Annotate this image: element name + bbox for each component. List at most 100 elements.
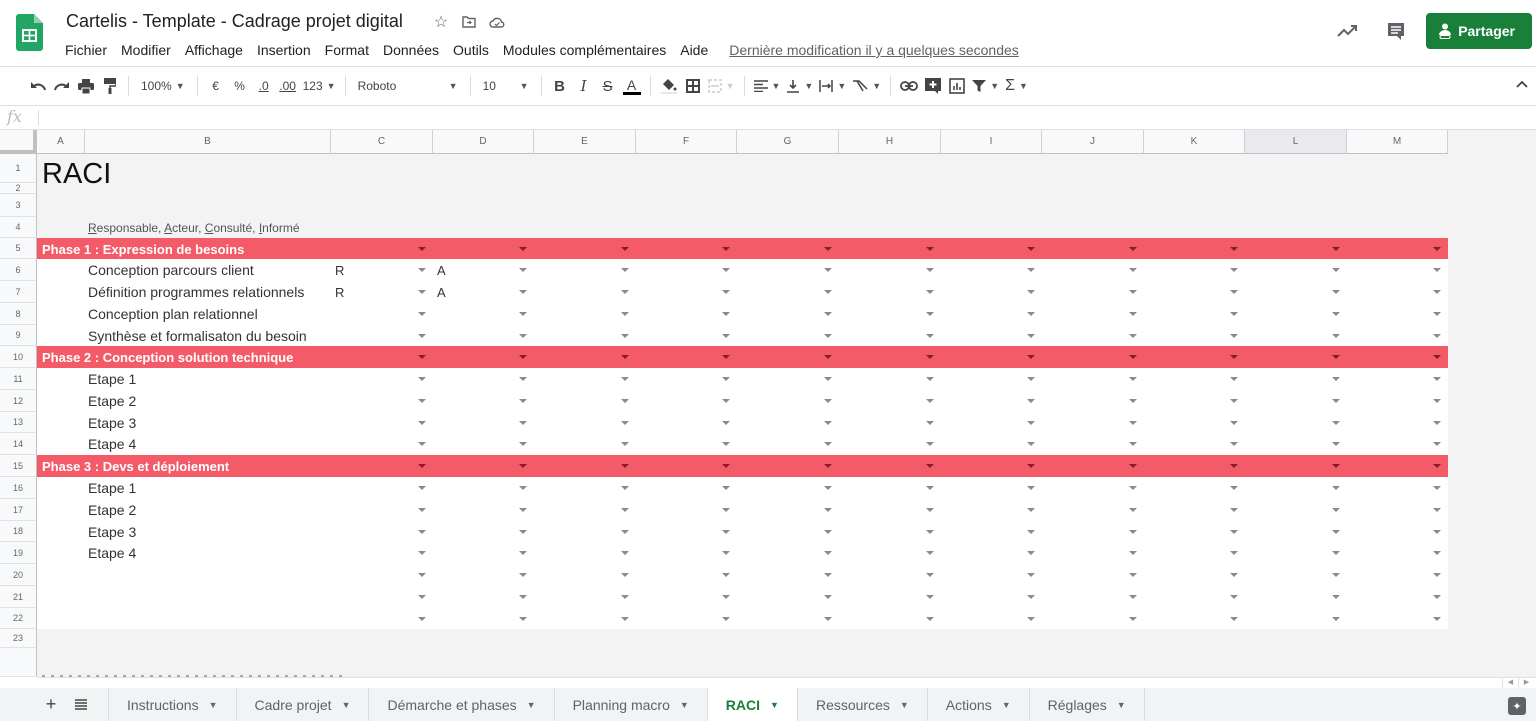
borders-icon[interactable]: [681, 72, 705, 100]
raci-value-pierre[interactable]: A: [437, 263, 446, 278]
sheet-tab-planning-macro[interactable]: Planning macro ▼: [553, 688, 707, 721]
menu-donnees[interactable]: Données: [376, 40, 446, 60]
fill-color-icon[interactable]: [657, 72, 681, 100]
column-header-b[interactable]: B: [85, 130, 331, 154]
dropdown-arrow-icon[interactable]: [1129, 573, 1137, 577]
menu-modifier[interactable]: Modifier: [114, 40, 178, 60]
dropdown-arrow-icon[interactable]: [926, 377, 934, 381]
row-header-10[interactable]: 10: [0, 346, 37, 368]
dropdown-arrow-icon[interactable]: [1230, 573, 1238, 577]
font-size-select[interactable]: 10 ▼: [477, 72, 535, 100]
dropdown-arrow-icon[interactable]: [621, 529, 629, 534]
dropdown-arrow-icon[interactable]: [519, 290, 527, 294]
dropdown-arrow-icon[interactable]: [722, 529, 730, 534]
dropdown-arrow-icon[interactable]: [722, 573, 730, 577]
dropdown-arrow-icon[interactable]: [621, 551, 629, 555]
column-header-l[interactable]: L: [1245, 130, 1347, 154]
dropdown-arrow-icon[interactable]: [1129, 551, 1137, 555]
dropdown-arrow-icon[interactable]: [824, 355, 832, 359]
dropdown-arrow-icon[interactable]: [1230, 529, 1238, 534]
dropdown-arrow-icon[interactable]: [519, 464, 527, 468]
dropdown-arrow-icon[interactable]: [418, 312, 426, 316]
dropdown-arrow-icon[interactable]: [1129, 595, 1137, 599]
text-wrap-icon[interactable]: ▼: [816, 72, 849, 100]
column-header-e[interactable]: E: [534, 130, 636, 154]
dropdown-arrow-icon[interactable]: [1433, 486, 1441, 490]
dropdown-arrow-icon[interactable]: [1027, 442, 1035, 446]
menu-outils[interactable]: Outils: [446, 40, 496, 60]
dropdown-arrow-icon[interactable]: [1027, 595, 1035, 599]
move-to-folder-icon[interactable]: [460, 13, 478, 31]
dropdown-arrow-icon[interactable]: [418, 486, 426, 490]
explore-icon[interactable]: ✦: [1508, 697, 1526, 715]
sheet-tab-d-marche-et-phases[interactable]: Démarche et phases ▼: [368, 688, 553, 721]
dropdown-arrow-icon[interactable]: [1433, 333, 1441, 338]
comments-icon[interactable]: [1378, 13, 1414, 49]
dropdown-arrow-icon[interactable]: [722, 333, 730, 338]
menu-modules[interactable]: Modules complémentaires: [496, 40, 673, 60]
dropdown-arrow-icon[interactable]: [418, 399, 426, 403]
dropdown-arrow-icon[interactable]: [1027, 551, 1035, 555]
column-header-g[interactable]: G: [737, 130, 839, 154]
dropdown-arrow-icon[interactable]: [621, 486, 629, 490]
redo-icon[interactable]: [50, 72, 74, 100]
dropdown-arrow-icon[interactable]: [722, 355, 730, 359]
dropdown-arrow-icon[interactable]: [722, 464, 730, 468]
scroll-left-icon[interactable]: ◀: [1502, 678, 1518, 688]
dropdown-arrow-icon[interactable]: [1332, 529, 1340, 534]
dropdown-arrow-icon[interactable]: [1129, 246, 1137, 251]
dropdown-arrow-icon[interactable]: [824, 333, 832, 338]
dropdown-arrow-icon[interactable]: [519, 573, 527, 577]
decrease-decimals-button[interactable]: .0: [252, 72, 276, 100]
sheet-tab-cadre-projet[interactable]: Cadre projet ▼: [235, 688, 369, 721]
row-header-18[interactable]: 18: [0, 521, 37, 542]
dropdown-arrow-icon[interactable]: [418, 616, 426, 621]
dropdown-arrow-icon[interactable]: [519, 616, 527, 621]
dropdown-arrow-icon[interactable]: [621, 268, 629, 272]
dropdown-arrow-icon[interactable]: [519, 312, 527, 316]
chevron-down-icon[interactable]: ▼: [342, 700, 351, 710]
menu-aide[interactable]: Aide: [673, 40, 715, 60]
currency-format-button[interactable]: €: [204, 72, 228, 100]
dropdown-arrow-icon[interactable]: [418, 355, 426, 359]
dropdown-arrow-icon[interactable]: [1230, 442, 1238, 446]
dropdown-arrow-icon[interactable]: [824, 268, 832, 272]
dropdown-arrow-icon[interactable]: [519, 355, 527, 359]
percent-format-button[interactable]: %: [228, 72, 252, 100]
dropdown-arrow-icon[interactable]: [519, 420, 527, 425]
row-header-3[interactable]: 3: [0, 194, 37, 217]
chevron-down-icon[interactable]: ▼: [900, 700, 909, 710]
dropdown-arrow-icon[interactable]: [722, 312, 730, 316]
paint-format-icon[interactable]: [98, 72, 122, 100]
chevron-down-icon[interactable]: ▼: [1002, 700, 1011, 710]
dropdown-arrow-icon[interactable]: [1027, 268, 1035, 272]
dropdown-arrow-icon[interactable]: [1129, 508, 1137, 512]
collapse-toolbar-icon[interactable]: [1516, 77, 1528, 91]
dropdown-arrow-icon[interactable]: [1027, 420, 1035, 425]
dropdown-arrow-icon[interactable]: [824, 399, 832, 403]
dropdown-arrow-icon[interactable]: [418, 290, 426, 294]
dropdown-arrow-icon[interactable]: [418, 529, 426, 534]
dropdown-arrow-icon[interactable]: [824, 486, 832, 490]
font-family-select[interactable]: Roboto ▼: [352, 72, 464, 100]
dropdown-arrow-icon[interactable]: [1230, 246, 1238, 251]
dropdown-arrow-icon[interactable]: [418, 573, 426, 577]
dropdown-arrow-icon[interactable]: [1027, 355, 1035, 359]
dropdown-arrow-icon[interactable]: [824, 420, 832, 425]
dropdown-arrow-icon[interactable]: [722, 399, 730, 403]
row-header-14[interactable]: 14: [0, 433, 37, 455]
row-header-19[interactable]: 19: [0, 542, 37, 564]
dropdown-arrow-icon[interactable]: [621, 399, 629, 403]
dropdown-arrow-icon[interactable]: [1027, 377, 1035, 381]
dropdown-arrow-icon[interactable]: [1433, 464, 1441, 468]
select-all-corner[interactable]: [0, 130, 37, 154]
dropdown-arrow-icon[interactable]: [1433, 377, 1441, 381]
dropdown-arrow-icon[interactable]: [824, 508, 832, 512]
dropdown-arrow-icon[interactable]: [926, 312, 934, 316]
dropdown-arrow-icon[interactable]: [1027, 529, 1035, 534]
filter-icon[interactable]: ▼: [969, 72, 1002, 100]
row-header-12[interactable]: 12: [0, 390, 37, 412]
dropdown-arrow-icon[interactable]: [824, 595, 832, 599]
document-title[interactable]: Cartelis - Template - Cadrage projet dig…: [66, 11, 403, 32]
dropdown-arrow-icon[interactable]: [1433, 551, 1441, 555]
